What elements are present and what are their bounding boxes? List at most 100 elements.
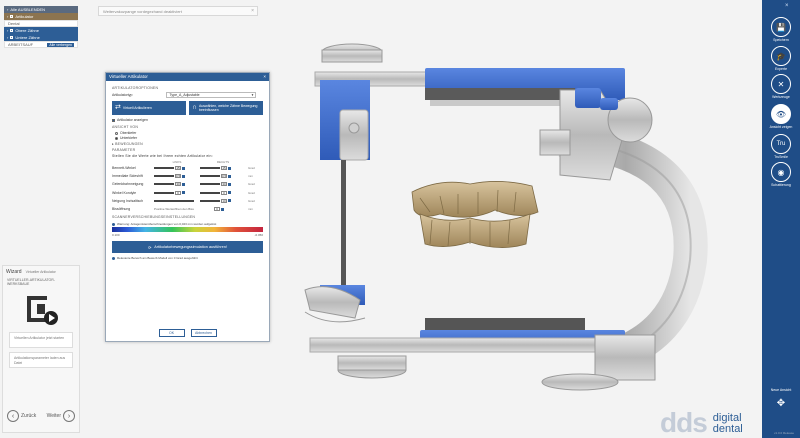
right-slider[interactable] <box>200 183 220 186</box>
save-icon: 💾 <box>771 17 791 37</box>
bite-hint: Positive Werteöffnen den Biss <box>154 207 194 212</box>
cancel-button[interactable]: Abbrechen <box>190 329 217 337</box>
load-parameters-option[interactable]: Artikulationsparameter laden aus Datei <box>9 352 73 368</box>
param-label: Neigung Inzisaltisch <box>112 198 144 203</box>
right-slider[interactable] <box>200 175 220 178</box>
spin-up-icon[interactable] <box>182 174 185 178</box>
right-value[interactable]: 30 <box>221 182 227 187</box>
left-value[interactable]: 30 <box>175 182 181 187</box>
toolbar-shading[interactable]: ◉ Schattierung <box>762 162 800 187</box>
collision-color-scale <box>112 227 263 233</box>
select-value: Type_A_Adjustable <box>169 93 200 97</box>
param-row: Gelenkbahnneigung 30 30 Grad <box>112 180 263 188</box>
left-value[interactable]: 0 <box>175 190 181 195</box>
tree-label: Alle AUSBLENDEN <box>10 7 46 12</box>
run-simulation-button[interactable]: ⟳ Artikulatorbewegungssimulation ausführ… <box>112 241 263 254</box>
spin-up-icon[interactable] <box>182 191 185 195</box>
notification-bar: Weitervakozpange vordegezhand deaktivier… <box>98 6 258 16</box>
dialog-titlebar[interactable]: Virtueller Artikulator × <box>106 73 269 81</box>
tree-item-hide-all[interactable]: › Alle AUSBLENDEN <box>4 6 78 13</box>
section-heading: PARAMETER <box>112 148 136 152</box>
param-row: Bennett-Winkel 15 15 Grad <box>112 164 263 172</box>
close-notification-icon[interactable]: × <box>251 8 254 14</box>
tree-item-dental[interactable]: Dental <box>4 20 78 27</box>
chevron-icon: › <box>7 35 9 40</box>
left-slider[interactable] <box>154 183 174 186</box>
move-arrows-icon[interactable]: ✥ <box>762 398 800 409</box>
tree-item-articulator[interactable]: › Artikulator <box>4 13 78 20</box>
right-value[interactable]: 10 <box>221 198 227 203</box>
visibility-checkbox[interactable] <box>10 29 14 32</box>
unit: Grad <box>248 166 255 171</box>
param-label: Bissöffnung <box>112 207 131 212</box>
close-dialog-icon[interactable]: × <box>263 74 266 80</box>
spin-up-icon[interactable] <box>228 191 231 195</box>
right-slider[interactable] <box>200 167 220 170</box>
button-label: Artikulatorbewegungssimulation ausführen… <box>154 245 227 250</box>
spin-up-icon[interactable] <box>228 199 231 203</box>
start-articulator-option[interactable]: Virtuellen Artikulator jetzt starten <box>9 332 73 348</box>
left-value[interactable]: 15 <box>175 166 181 171</box>
toolbar-tools[interactable]: ✕ Werkzeuge <box>762 74 800 99</box>
section-heading: ANSICHT VON <box>112 125 139 129</box>
right-value[interactable]: 15 <box>221 166 227 171</box>
select-teeth-button[interactable]: ∩ Auswählen, welche Zähne Bewegung beein… <box>189 101 263 115</box>
version-label: v1.0.0 Release <box>774 431 795 435</box>
right-slider[interactable] <box>200 191 220 194</box>
ok-button[interactable]: OK <box>158 329 185 337</box>
right-slider[interactable] <box>200 199 220 202</box>
spin-up-icon[interactable] <box>228 166 231 170</box>
info-icon <box>112 256 115 260</box>
spin-up-icon[interactable] <box>221 207 224 211</box>
tree-label: ARBEITSAUF <box>8 42 34 47</box>
toolbar-expert[interactable]: 🎓 Experte <box>762 46 800 71</box>
left-value[interactable]: 0.5 <box>175 174 181 179</box>
tree-item-work[interactable]: ARBEITSAUF Alle verbergen <box>4 41 78 48</box>
param-hint: Stellen Sie die Werte wie bei Ihrem echt… <box>112 154 213 158</box>
right-value[interactable]: 0 <box>221 190 227 195</box>
hide-all-button[interactable]: Alle verbergen <box>47 42 74 47</box>
visibility-checkbox[interactable] <box>10 15 14 18</box>
movements-toggle[interactable]: ▸ BEWEGUNGEN <box>112 142 263 146</box>
articulator-type-select[interactable]: Type_A_Adjustable ▾ <box>166 92 257 98</box>
radio-lower[interactable]: Unterkiefer <box>115 136 263 140</box>
back-arrow-icon[interactable]: ‹ <box>7 410 19 422</box>
tree-label: Artikulator <box>15 14 34 19</box>
left-slider[interactable] <box>154 175 174 178</box>
radio-upper[interactable]: Oberkiefer <box>115 131 263 135</box>
toolbar-view[interactable]: 👁 Ansicht zeigen <box>762 104 800 129</box>
toolbar-save[interactable]: 💾 Speichern <box>762 17 800 42</box>
unit: Grad <box>248 190 255 195</box>
spin-up-icon[interactable] <box>228 182 231 186</box>
unit: Grad <box>248 182 255 187</box>
next-button[interactable]: Weiter <box>47 413 61 419</box>
toolbar-trusmile[interactable]: Tru TruSmile <box>762 134 800 159</box>
radio-circle[interactable] <box>115 136 118 140</box>
column-left: LINKS <box>172 160 182 164</box>
spin-up-icon[interactable] <box>228 174 231 178</box>
unit: mm <box>248 207 253 212</box>
left-slider[interactable] <box>154 191 174 194</box>
visibility-checkbox[interactable] <box>10 36 14 39</box>
virtual-articulate-button[interactable]: ⇄ Virtuell Artikulieren <box>112 101 186 115</box>
spin-up-icon[interactable] <box>182 166 185 170</box>
shading-icon: ◉ <box>771 162 791 182</box>
checkbox-label: Artikulator anzeigen <box>117 118 148 122</box>
arch-icon: ∩ <box>192 104 198 111</box>
radio-circle[interactable] <box>115 131 118 135</box>
button-label: Virtuell Artikulieren <box>122 106 152 110</box>
tree-item-lower-teeth[interactable]: › Untere Zähne <box>4 34 78 41</box>
left-slider[interactable] <box>154 167 174 170</box>
spin-up-icon[interactable] <box>182 182 185 186</box>
back-button[interactable]: Zurück <box>21 413 36 419</box>
checkbox-box[interactable] <box>112 118 115 122</box>
3d-viewport[interactable]: Weitervakozpange vordegezhand deaktivier… <box>0 0 762 438</box>
chevron-icon: › <box>7 14 9 19</box>
tree-item-upper-teeth[interactable]: › Obere Zähne <box>4 27 78 34</box>
incisal-slider[interactable] <box>154 199 194 202</box>
right-value[interactable]: 0.5 <box>221 174 227 179</box>
next-arrow-icon[interactable]: › <box>63 410 75 422</box>
bite-value[interactable]: 0 <box>214 207 220 212</box>
close-icon[interactable]: × <box>785 3 789 9</box>
show-articulator-checkbox[interactable]: Artikulator anzeigen <box>112 118 263 122</box>
